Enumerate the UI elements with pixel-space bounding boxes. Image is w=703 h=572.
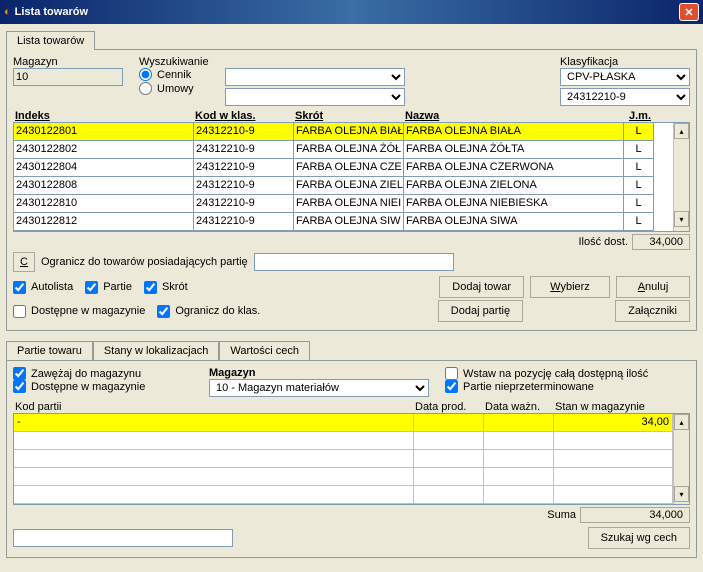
table-row[interactable] (14, 450, 673, 468)
chk-ogranicz-klas[interactable]: Ogranicz do klas. (157, 305, 260, 318)
grid2-header: Kod partii Data prod. Data ważn. Stan w … (13, 399, 690, 413)
table-row[interactable]: 243012281224312210-9FARBA OLEJNA SIWFARB… (14, 213, 673, 231)
c-button[interactable]: C (13, 252, 35, 272)
bottom-input[interactable] (13, 529, 233, 547)
scrollbar2[interactable]: ▴ ▾ (673, 414, 689, 504)
chk-nieprzeterm[interactable]: Partie nieprzeterminowane (445, 380, 648, 393)
table-row[interactable] (14, 486, 673, 504)
scroll-down-icon[interactable]: ▾ (674, 486, 689, 502)
chk-zawezaj[interactable]: Zawężaj do magazynu (13, 367, 203, 380)
goods-grid[interactable]: 243012280124312210-9FARBA OLEJNA BIAŁFAR… (13, 122, 690, 232)
table-row[interactable]: 243012280224312210-9FARBA OLEJNA ŻÓŁFARB… (14, 141, 673, 159)
klasyfikacja-select[interactable]: CPV-PŁASKA (560, 68, 690, 86)
dodaj-partie-button[interactable]: Dodaj partię (438, 300, 523, 322)
label-wyszukiwanie: Wyszukiwanie (139, 56, 219, 68)
radio-umowy[interactable]: Umowy (139, 82, 219, 95)
radio-cennik[interactable]: Cennik (139, 68, 219, 81)
scroll-down-icon[interactable]: ▾ (674, 211, 689, 227)
label-klasyfikacja: Klasyfikacja (560, 56, 690, 68)
chk-autolista[interactable]: Autolista (13, 281, 73, 294)
table-row[interactable]: 243012280824312210-9FARBA OLEJNA ZIELFAR… (14, 177, 673, 195)
tab-partie-towaru[interactable]: Partie towaru (6, 341, 93, 360)
window-title: Lista towarów (15, 6, 88, 18)
app-icon: ◐ (4, 6, 11, 18)
magazyn-input[interactable] (13, 68, 123, 86)
szukaj-button[interactable]: Szukaj wg cech (588, 527, 690, 549)
chk-wstaw[interactable]: Wstaw na pozycję całą dostępną ilość (445, 367, 648, 380)
titlebar: ◐ Lista towarów ✕ (0, 0, 703, 24)
table-row[interactable] (14, 432, 673, 450)
klasyfikacja-sub-select[interactable]: 24312210-9 (560, 88, 690, 106)
label-suma: Suma (547, 509, 576, 521)
table-row[interactable]: 243012280124312210-9FARBA OLEJNA BIAŁFAR… (14, 123, 673, 141)
table-row[interactable]: 243012280424312210-9FARBA OLEJNA CZEFARB… (14, 159, 673, 177)
chk-dostepne-mag2[interactable]: Dostępne w magazynie (13, 380, 203, 393)
label-ilosc-dost: Ilość dost. (578, 236, 628, 248)
chk-dostepne-mag[interactable]: Dostępne w magazynie (13, 305, 145, 318)
partie-grid[interactable]: -34,00 ▴ ▾ (13, 413, 690, 505)
ogranicz-partia-input[interactable] (254, 253, 454, 271)
suma-value: 34,000 (580, 507, 690, 523)
wybierz-button[interactable]: Wybierz (530, 276, 610, 298)
magazyn2-select[interactable]: 10 - Magazyn materiałów (209, 379, 429, 397)
anuluj-button[interactable]: Anuluj (616, 276, 690, 298)
scroll-up-icon[interactable]: ▴ (674, 414, 689, 430)
search-select-2[interactable] (225, 88, 405, 106)
label-magazyn2: Magazyn (209, 367, 429, 379)
table-row[interactable]: 243012281024312210-9FARBA OLEJNA NIEIFAR… (14, 195, 673, 213)
tab-wartosci[interactable]: Wartości cech (219, 341, 310, 360)
chk-skrot[interactable]: Skrót (144, 281, 188, 294)
label-magazyn: Magazyn (13, 56, 133, 68)
search-select-1[interactable] (225, 68, 405, 86)
table-row[interactable] (14, 468, 673, 486)
tab-lista-towarow[interactable]: Lista towarów (6, 31, 95, 50)
scroll-up-icon[interactable]: ▴ (674, 123, 689, 139)
close-button[interactable]: ✕ (679, 3, 699, 21)
label-ogranicz-partia: Ogranicz do towarów posiadających partię (41, 256, 248, 268)
zalaczniki-button[interactable]: Załączniki (615, 300, 690, 322)
ilosc-dost-value: 34,000 (632, 234, 690, 250)
scrollbar[interactable]: ▴ ▾ (673, 123, 689, 231)
grid-header: Indeks Kod w klas. Skrót Nazwa J.m. (13, 108, 690, 122)
table-row[interactable]: -34,00 (14, 414, 673, 432)
dodaj-towar-button[interactable]: Dodaj towar (439, 276, 524, 298)
chk-partie[interactable]: Partie (85, 281, 132, 294)
tab-stany[interactable]: Stany w lokalizacjach (93, 341, 220, 360)
